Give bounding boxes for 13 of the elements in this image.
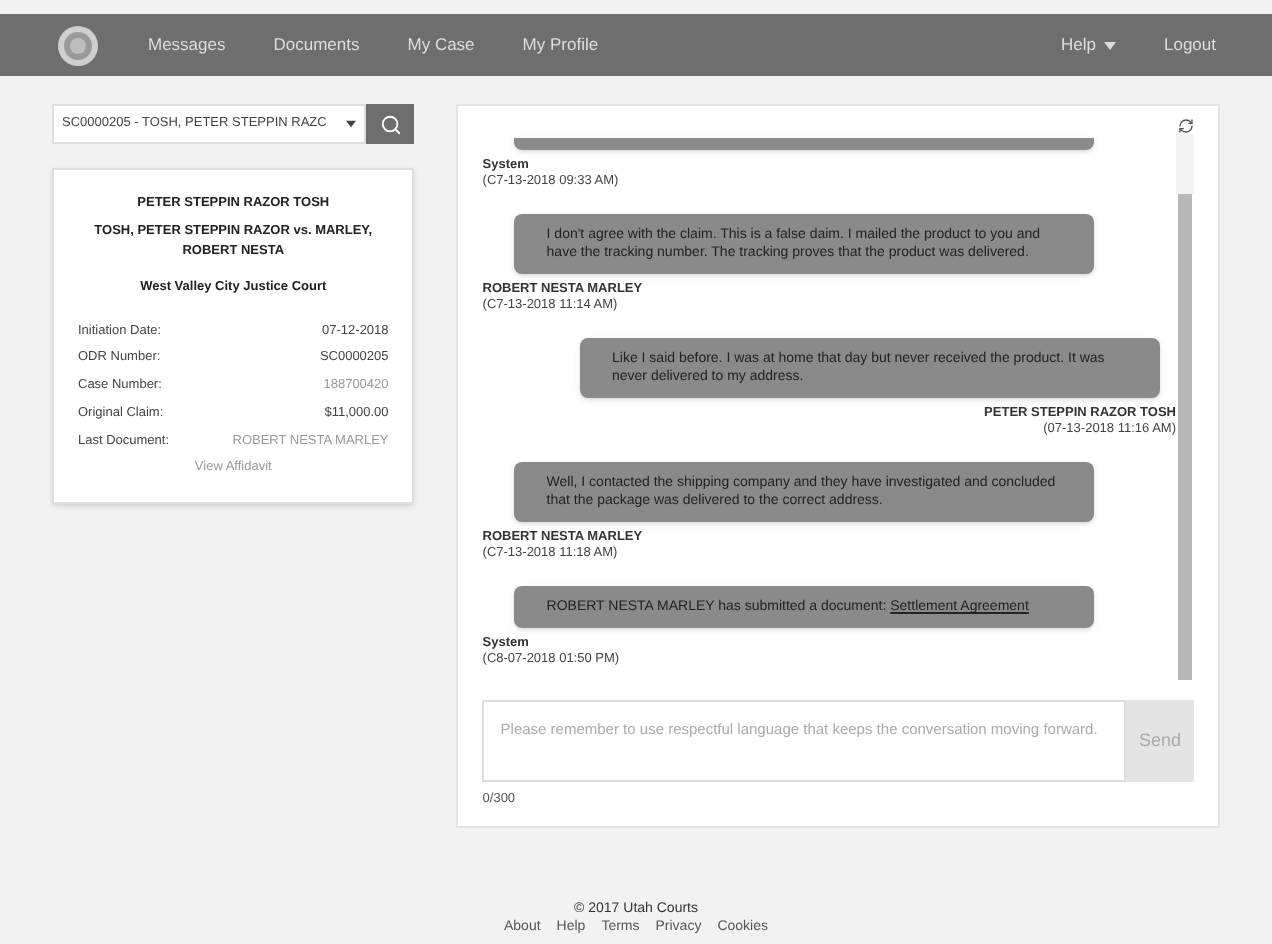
nav-link[interactable]: Help <box>1061 32 1116 58</box>
nav-link[interactable]: Logout <box>1164 32 1216 58</box>
refresh-icon[interactable] <box>1178 118 1194 134</box>
nav-link[interactable]: Messages <box>148 32 226 58</box>
search-icon <box>379 113 402 135</box>
seal-icon[interactable] <box>56 23 100 67</box>
nav-link[interactable]: My Profile <box>522 32 599 58</box>
search-button[interactable] <box>366 104 415 144</box>
scrollbar[interactable] <box>1176 134 1194 680</box>
nav-link[interactable]: My Case <box>407 32 475 58</box>
caret-icon <box>346 120 357 128</box>
caret-icon <box>1104 41 1116 49</box>
nav-link[interactable]: Documents <box>273 32 360 58</box>
